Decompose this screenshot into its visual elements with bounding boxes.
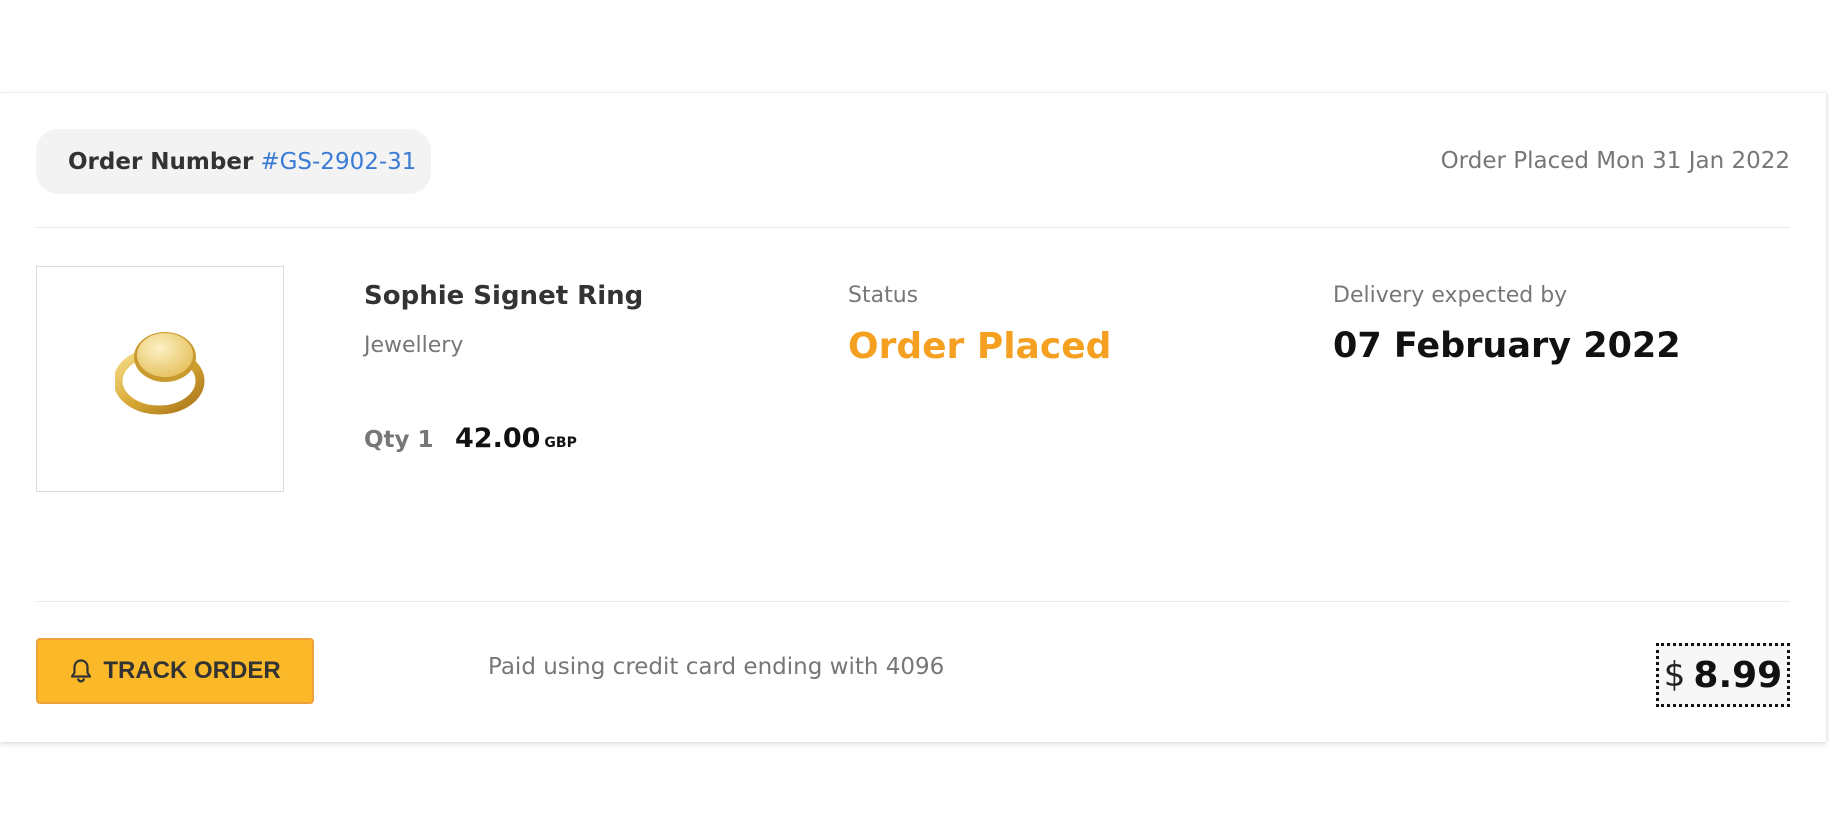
order-total: $ 8.99 (1656, 643, 1790, 707)
product-category: Jewellery (364, 333, 464, 358)
product-price: 42.00 GBP (455, 423, 577, 454)
bell-icon (71, 659, 92, 683)
status-label: Status (848, 283, 919, 308)
product-name[interactable]: Sophie Signet Ring (364, 281, 643, 311)
product-quantity: Qty 1 (364, 427, 434, 453)
footer-divider (36, 601, 1790, 602)
payment-note: Paid using credit card ending with 4096 (488, 654, 945, 680)
delivery-label: Delivery expected by (1333, 283, 1568, 308)
gold-signet-ring-icon (115, 332, 205, 415)
price-currency: GBP (544, 435, 577, 451)
order-number-value[interactable]: #GS-2902-31 (260, 149, 416, 175)
price-amount: 42.00 (455, 423, 541, 454)
delivery-date: 07 February 2022 (1333, 326, 1681, 366)
track-order-button[interactable]: TRACK ORDER (36, 638, 314, 704)
order-number-badge: Order Number #GS-2902-31 (36, 129, 431, 194)
order-number-label: Order Number (68, 148, 254, 175)
order-placed-date: Order Placed Mon 31 Jan 2022 (1440, 148, 1790, 174)
status-value: Order Placed (848, 326, 1112, 367)
order-card: Order Number #GS-2902-31 Order Placed Mo… (0, 92, 1826, 742)
total-amount: 8.99 (1693, 654, 1783, 696)
product-image[interactable] (36, 266, 284, 492)
header-divider (36, 227, 1790, 228)
total-currency-symbol: $ (1663, 655, 1686, 695)
track-order-label: TRACK ORDER (103, 657, 281, 684)
